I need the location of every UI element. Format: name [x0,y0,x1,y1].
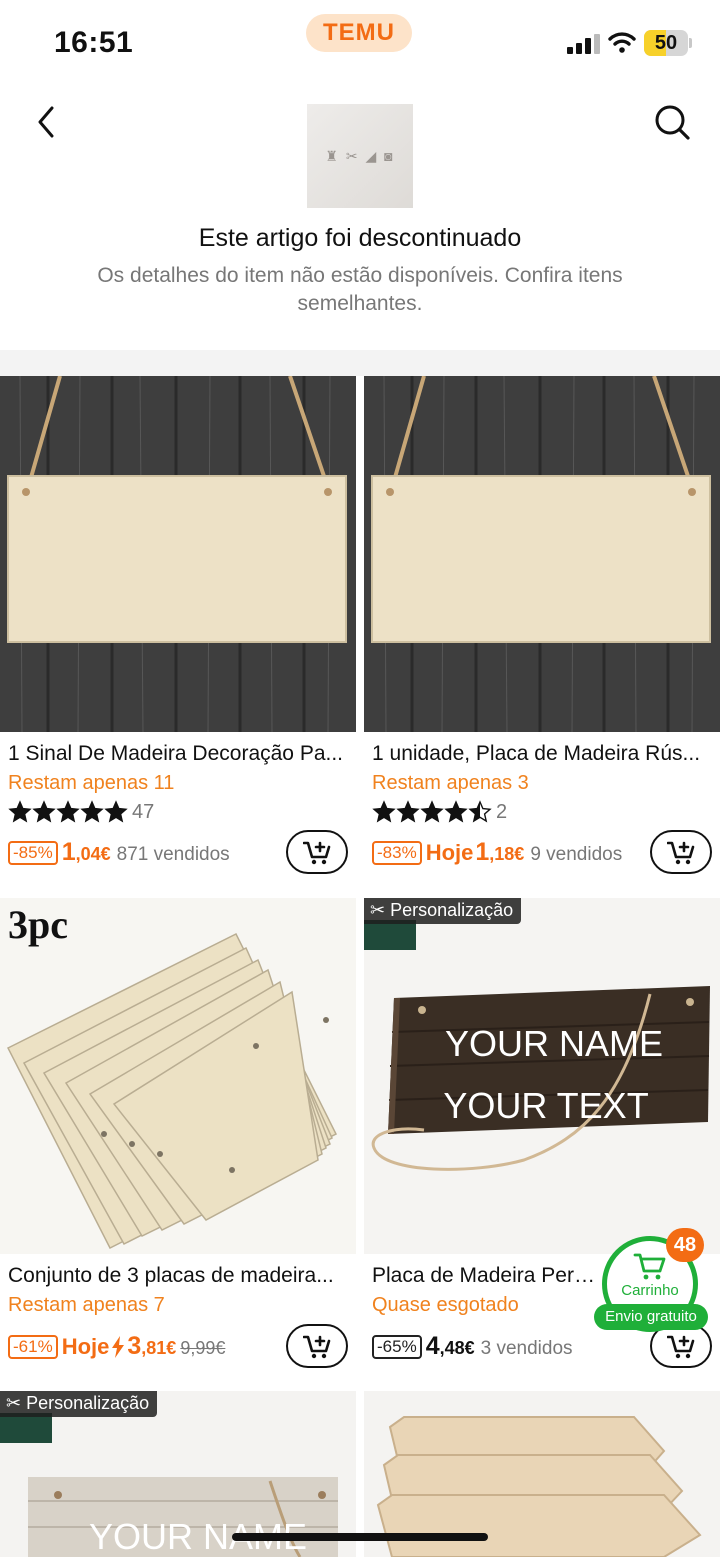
discount-badge: -85% [8,840,58,865]
price-integer: 4 [425,1332,440,1360]
price-row: -85% 1,04€ 871 vendidos [8,838,230,867]
original-price: 9,99€ [180,1338,226,1358]
back-icon[interactable] [30,102,66,142]
star-icon [56,800,80,823]
add-cart-icon [303,1335,331,1359]
discontinued-subtitle: Os detalhes do item não estão disponívei… [97,264,623,315]
star-rating [372,800,492,824]
cart-count-badge: 48 [666,1228,704,1262]
star-icon [420,800,444,823]
section-divider [0,350,720,376]
price-decimals: ,04€ [75,844,111,864]
product-title[interactable]: 1 Sinal De Madeira Decoração Pa... [8,742,352,766]
stock-label: Restam apenas 3 [372,772,529,794]
cart-icon [633,1253,666,1280]
battery-tip [689,38,692,48]
sold-count: 871 vendidos [116,844,230,865]
price: 3,81€ [127,1332,176,1361]
price: 1,18€ [475,838,524,867]
lightning-icon [112,1335,125,1358]
product-card[interactable]: 1 Sinal De Madeira Decoração Pa... Resta… [0,376,356,896]
search-icon[interactable] [652,102,692,142]
star-icon [32,800,56,823]
sign-text-2: YOUR TEXT [443,1085,648,1126]
price-decimals: ,81€ [141,1338,177,1358]
personalization-label: Personalização [390,900,514,920]
rating: 47 [8,800,154,824]
sign-text-1: YOUR NAME [445,1023,663,1064]
product-card[interactable]: 1 unidade, Placa de Madeira Rús... Resta… [364,376,720,896]
price: 4,48€ [426,1332,475,1361]
review-count: 47 [132,800,155,823]
personalization-badge: ✂ Personalização [364,898,522,924]
free-shipping-badge: Envio gratuito [594,1304,708,1330]
today-label: Hoje [61,1334,110,1359]
add-to-cart-button[interactable] [650,830,712,874]
star-icon [104,800,128,823]
product-image[interactable]: YOUR NAME YOUR TEXT ✂ Personalização [364,898,720,1254]
personalization-label: Personalização [26,1393,150,1413]
thumbnail-glyphs: ♜ ✂ ◢ ◙ [325,148,395,164]
price-row: -61% Hoje 3,81€ 9,99€ [8,1332,225,1361]
price-decimals: ,18€ [489,844,525,864]
review-count: 2 [496,800,508,823]
add-cart-icon [303,841,331,865]
add-cart-icon [667,1335,695,1359]
product-image[interactable] [364,376,720,732]
personalization-badge: ✂ Personalização [0,1391,158,1417]
brand-logo [364,920,416,950]
star-icon [396,800,420,823]
star-icon [444,800,468,823]
stock-label: Restam apenas 7 [8,1294,165,1316]
sold-count: 3 vendidos [480,1338,573,1359]
discount-badge: -65% [372,1334,422,1359]
add-to-cart-button[interactable] [286,830,348,874]
star-icon [372,800,396,823]
star-icon [80,800,104,823]
star-icon [8,800,32,823]
product-title[interactable]: Placa de Madeira Personalizada... [372,1264,602,1288]
discontinued-title: Este artigo foi descontinuado [198,224,522,252]
cart-label: Carrinho [621,1282,679,1299]
star-rating [8,800,128,824]
price-integer: 1 [61,838,76,866]
product-image[interactable] [0,376,356,732]
battery-icon: 50 [644,30,688,56]
add-cart-icon [667,841,695,865]
product-image[interactable]: 3pc [0,898,356,1254]
product-title[interactable]: 1 unidade, Placa de Madeira Rús... [372,742,716,766]
price-decimals: ,48€ [439,1338,475,1358]
status-bar: 16:51 TEMU 50 [0,0,720,84]
discount-badge: -61% [8,1334,58,1359]
status-time: 16:51 [54,26,134,59]
add-to-cart-button[interactable] [286,1324,348,1368]
temu-logo: TEMU [306,14,412,52]
price-integer: 3 [127,1332,142,1360]
product-card[interactable]: 3pc Conjunto de 3 placas de madeira... R… [0,898,356,1390]
product-title[interactable]: Conjunto de 3 placas de madeira... [8,1264,352,1288]
discount-badge: -83% [372,840,422,865]
signal-icon [567,34,601,54]
price-integer: 1 [475,838,490,866]
price: 1,04€ [62,838,111,867]
image-caption: 3pc [8,902,68,947]
today-label: Hoje [425,840,474,865]
price-row: -83% Hoje 1,18€ 9 vendidos [372,838,622,867]
price-row: -65% 4,48€ 3 vendidos [372,1332,573,1361]
sold-count: 9 vendidos [530,844,623,865]
wifi-icon [608,32,636,53]
stock-label: Quase esgotado [372,1294,519,1316]
home-indicator [232,1533,488,1541]
product-thumbnail: ♜ ✂ ◢ ◙ [307,104,413,208]
brand-logo [0,1413,52,1443]
star-icon [468,800,492,823]
battery-level: 50 [654,32,678,54]
rating: 2 [372,800,507,824]
stock-label: Restam apenas 11 [8,772,175,794]
